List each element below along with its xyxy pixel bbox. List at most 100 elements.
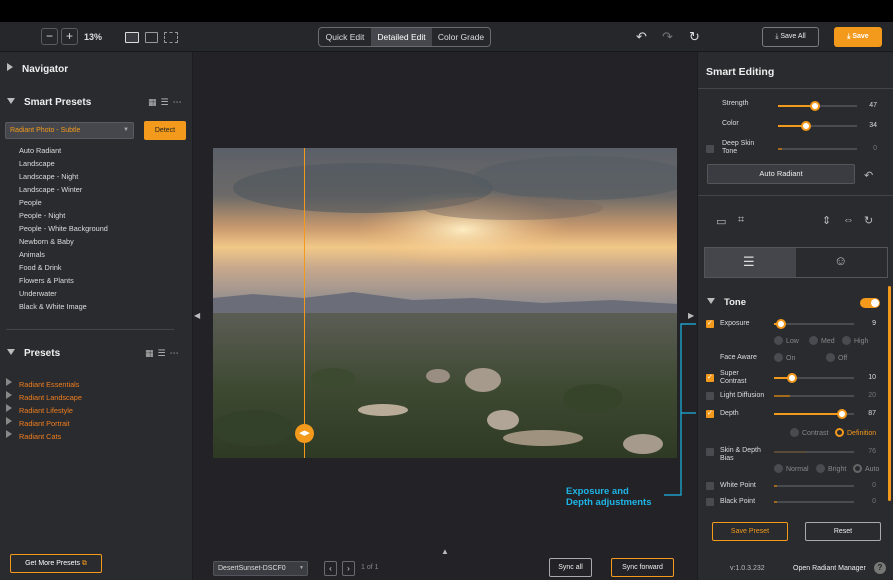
undo-icon[interactable]: ↶ — [636, 29, 647, 45]
preset-group-item[interactable]: Radiant Landscape — [6, 391, 82, 404]
white-point-slider[interactable] — [774, 485, 854, 487]
tone-toggle[interactable] — [860, 298, 880, 308]
list-item[interactable]: Black & White Image — [19, 300, 108, 313]
single-view-icon[interactable] — [125, 32, 139, 43]
tab-detailed-edit[interactable]: Detailed Edit — [371, 28, 432, 46]
crop-icon[interactable]: ⌗ — [738, 214, 744, 227]
smart-presets-header[interactable]: Smart Presets — [7, 97, 91, 108]
tab-color-grade[interactable]: Color Grade — [432, 28, 490, 46]
detect-button[interactable]: Detect — [144, 121, 186, 140]
depth-definition-radio[interactable]: Definition — [835, 428, 876, 437]
navigator-header[interactable]: Navigator — [7, 63, 68, 75]
smart-presets-view-icons[interactable]: ▦☰⋯ — [148, 97, 186, 108]
filename-dropdown[interactable]: DesertSunset-DSCF0 ▼ — [213, 561, 308, 576]
tab-retouch[interactable]: ☺ — [796, 248, 888, 277]
next-image-button[interactable]: › — [342, 561, 355, 576]
side-by-side-view-icon[interactable] — [145, 32, 158, 43]
redo-icon[interactable]: ↷ — [662, 29, 673, 45]
collapse-right-panel-icon[interactable]: ▶ — [688, 311, 694, 320]
collapse-arrow-icon — [7, 98, 15, 104]
presets-header[interactable]: Presets — [7, 348, 60, 359]
smart-preset-dropdown[interactable]: Radiant Photo - Subtle ▼ — [5, 122, 134, 139]
skin-depth-bias-checkbox[interactable] — [706, 448, 714, 456]
strength-slider[interactable] — [778, 101, 857, 111]
help-icon[interactable]: ? — [874, 562, 886, 574]
strength-knob[interactable] — [810, 101, 820, 111]
preset-group-item[interactable]: Radiant Cats — [6, 430, 82, 443]
flip-vertical-icon[interactable]: ⇕ — [822, 214, 831, 227]
rotate-icon[interactable]: ↻ — [864, 214, 873, 227]
panel-scrollbar[interactable] — [888, 286, 891, 501]
save-preset-button[interactable]: Save Preset — [712, 522, 788, 541]
list-item[interactable]: Landscape - Night — [19, 170, 108, 183]
deep-skin-tone-slider[interactable] — [778, 148, 857, 150]
white-point-checkbox[interactable] — [706, 482, 714, 490]
depth-contrast-radio[interactable]: Contrast — [790, 428, 828, 437]
split-line[interactable] — [304, 148, 305, 458]
color-knob[interactable] — [801, 121, 811, 131]
skin-depth-bias-slider[interactable] — [774, 451, 854, 453]
light-diffusion-checkbox[interactable] — [706, 392, 714, 400]
preset-group-item[interactable]: Radiant Lifestyle — [6, 404, 82, 417]
flip-horizontal-icon[interactable]: ⇔ — [843, 214, 854, 226]
reset-button[interactable]: Reset — [805, 522, 881, 541]
list-item[interactable]: Landscape - Winter — [19, 183, 108, 196]
exposure-med-radio[interactable]: Med — [809, 336, 835, 345]
list-item[interactable]: Food & Drink — [19, 261, 108, 274]
bias-normal-radio[interactable]: Normal — [774, 464, 809, 473]
exposure-knob[interactable] — [776, 319, 786, 329]
deep-skin-tone-checkbox[interactable] — [706, 145, 714, 153]
tone-header[interactable]: Tone — [707, 297, 746, 308]
split-view-icon[interactable] — [164, 32, 178, 43]
super-contrast-checkbox[interactable] — [706, 373, 714, 382]
reset-view-icon[interactable]: ↻ — [689, 29, 700, 45]
presets-view-icons[interactable]: ▦☰⋯ — [145, 348, 183, 359]
bias-bright-radio[interactable]: Bright — [816, 464, 846, 473]
list-item[interactable]: Newborn & Baby — [19, 235, 108, 248]
tab-adjustments[interactable]: ☰ — [705, 248, 796, 277]
preset-group-item[interactable]: Radiant Portrait — [6, 417, 82, 430]
bias-auto-radio[interactable]: Auto — [853, 464, 879, 473]
sync-all-button[interactable]: Sync all — [549, 558, 592, 577]
filmstrip-toggle-icon[interactable]: ▲ — [441, 547, 449, 556]
photo-preview[interactable] — [213, 148, 677, 458]
save-button[interactable]: ⤓ Save — [834, 27, 882, 47]
list-item[interactable]: Flowers & Plants — [19, 274, 108, 287]
list-item[interactable]: People - White Background — [19, 222, 108, 235]
sync-forward-button[interactable]: Sync forward — [611, 558, 674, 577]
exposure-slider[interactable] — [774, 319, 854, 329]
black-point-checkbox[interactable] — [706, 498, 714, 506]
exposure-low-radio[interactable]: Low — [774, 336, 799, 345]
list-item[interactable]: Auto Radiant — [19, 144, 108, 157]
depth-slider[interactable] — [774, 409, 854, 419]
super-contrast-slider[interactable] — [774, 373, 854, 383]
get-more-presets-button[interactable]: Get More Presets ⧉ — [10, 554, 102, 573]
previous-image-button[interactable]: ‹ — [324, 561, 337, 576]
exposure-checkbox[interactable] — [706, 319, 714, 328]
color-slider[interactable] — [778, 121, 857, 131]
super-contrast-knob[interactable] — [787, 373, 797, 383]
zoom-out-button[interactable]: − — [41, 28, 58, 45]
list-item[interactable]: People — [19, 196, 108, 209]
list-item[interactable]: Animals — [19, 248, 108, 261]
list-item[interactable]: Underwater — [19, 287, 108, 300]
depth-checkbox[interactable] — [706, 409, 714, 418]
face-aware-on-radio[interactable]: On — [774, 353, 795, 362]
auto-radiant-button[interactable]: Auto Radiant — [707, 164, 855, 184]
list-item[interactable]: People - Night — [19, 209, 108, 222]
image-icon[interactable]: ▭ — [716, 215, 726, 228]
open-radiant-manager-link[interactable]: Open Radiant Manager — [793, 565, 866, 572]
collapse-left-panel-icon[interactable]: ◀ — [194, 311, 200, 320]
save-all-button[interactable]: ⤓ Save All — [762, 27, 819, 47]
depth-knob[interactable] — [837, 409, 847, 419]
zoom-in-button[interactable]: + — [61, 28, 78, 45]
face-aware-off-radio[interactable]: Off — [826, 353, 847, 362]
split-handle-icon[interactable]: ◀▶ — [295, 424, 314, 443]
black-point-slider[interactable] — [774, 501, 854, 503]
tab-quick-edit[interactable]: Quick Edit — [319, 28, 371, 46]
exposure-high-radio[interactable]: High — [842, 336, 868, 345]
undo-icon[interactable]: ↶ — [864, 169, 873, 182]
list-item[interactable]: Landscape — [19, 157, 108, 170]
light-diffusion-slider[interactable] — [774, 395, 854, 397]
preset-group-item[interactable]: Radiant Essentials — [6, 378, 82, 391]
